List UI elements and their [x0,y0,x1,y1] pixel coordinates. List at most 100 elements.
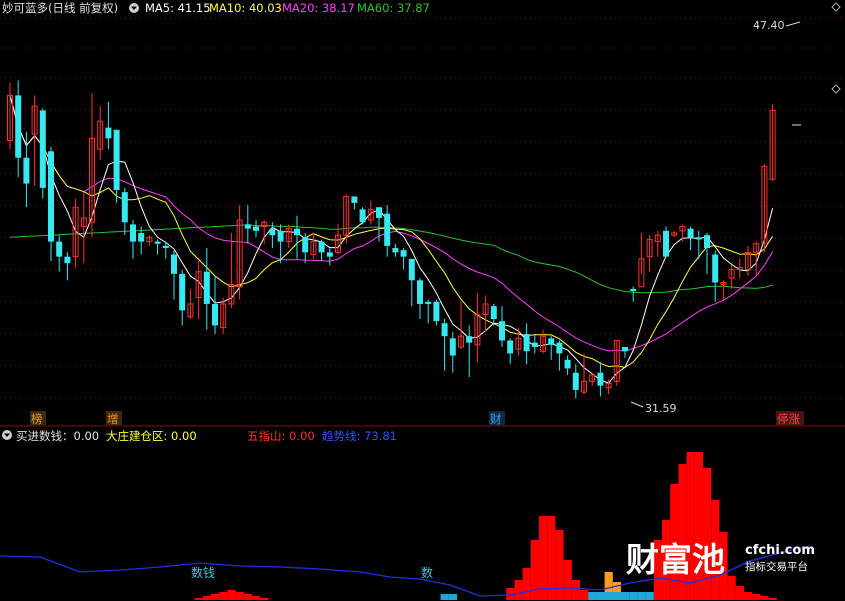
candle-body [687,228,694,238]
indicator-red-bar [678,464,687,600]
indicator-toggle-icon[interactable] [2,430,12,440]
indicator-red-bar [703,468,712,600]
candle [663,226,669,257]
scroll-up-icon[interactable] [831,2,841,12]
indicator-red-bar [744,592,753,600]
candle [654,230,661,257]
candle-body [630,288,637,292]
candle-body [548,338,555,345]
candle [146,235,153,246]
candle-body [56,241,63,257]
indicator-cyan-bar [588,592,597,600]
candle-body [318,241,325,253]
indicator-red-bar [522,568,531,600]
candle [187,288,194,319]
candle-body [23,157,30,184]
indicator-cyan-bar [629,592,638,600]
marker-cai[interactable]: 财 [489,411,505,426]
indicator-red-bar [227,590,236,600]
indicator-red-bar [539,516,548,600]
indicator-red-bar [235,592,244,600]
candle-body [466,336,473,343]
candle [769,104,776,182]
candle [400,248,407,270]
candle-body [490,306,497,319]
indicator-cyan-bar [596,592,605,600]
candle [441,319,448,371]
candle-body [203,271,210,304]
indicator-red-bar [194,598,203,600]
indicator-red-bar [243,594,252,600]
indicator-red-bar [571,580,580,600]
candle-body [171,254,177,274]
candle-body [15,95,22,158]
candle-body [408,258,415,281]
candle-body [663,230,669,257]
candle-body [499,321,505,341]
candle [56,235,63,272]
candle-body [253,226,259,231]
marker-bang[interactable]: 榜 [30,411,46,426]
candle [564,355,571,375]
svg-text:增: 增 [107,412,119,426]
candle [613,340,620,386]
candle-body [212,303,218,326]
candle [302,233,309,264]
low-price-label: 31.59 [645,402,677,415]
candle [285,224,292,249]
candle-body [417,280,423,304]
candle-body [523,334,530,352]
candle [351,196,358,210]
candle [179,269,186,326]
candle [417,278,423,319]
indicator-red-bar [202,596,211,600]
candle [515,327,522,356]
indicator-red-bar [555,530,564,600]
candle-body [269,228,276,236]
candle-body [302,237,309,253]
candle-body [425,301,432,304]
candle-body [433,301,440,322]
svg-text:财: 财 [490,412,502,426]
candle [474,293,481,362]
marker-zeng[interactable]: 增 [106,411,122,426]
candle [745,245,751,276]
indicator-red-bar [752,594,761,600]
candle-body [556,342,563,354]
candle-body [154,241,161,244]
candle-body [113,129,120,190]
candle [89,93,95,238]
indicator-trend-legend: 趋势线: 73.81 [322,429,397,443]
low-price-arrow [630,401,644,408]
stock-chart: 妙可蓝多(日线 前复权) MA5: 41.15 MA10: 40.03 MA20… [0,1,845,600]
legend-toggle-icon[interactable] [129,3,139,13]
candle [638,233,645,288]
indicator-red-bar [260,598,269,600]
candlestick-series [7,80,776,399]
indicator-cyan-bar [637,592,646,600]
candle-body [326,252,333,257]
indicator-red-bar [727,576,736,600]
candle-body [507,340,514,354]
indicator-red-bar [252,596,261,600]
ma10-legend: MA10: 40.03 [209,1,282,15]
scroll-down-icon[interactable] [831,84,841,94]
candle [228,233,235,309]
chart-title: 妙可蓝多(日线 前复权) [2,1,118,15]
candle-body [441,323,448,337]
candle [761,164,768,253]
candle-body [449,338,456,356]
candle [589,372,596,386]
candle-body [48,151,54,242]
marker-tingzhang[interactable]: 停涨 [776,411,804,426]
indicator-red-bar [768,598,777,600]
candle [384,205,391,257]
candle [318,239,325,261]
candle [97,106,104,160]
candle-body [712,254,719,283]
candle [326,248,333,266]
candle-body [179,273,186,311]
indicator-red-bar [514,580,523,600]
candle [597,362,604,397]
candle [433,299,440,326]
